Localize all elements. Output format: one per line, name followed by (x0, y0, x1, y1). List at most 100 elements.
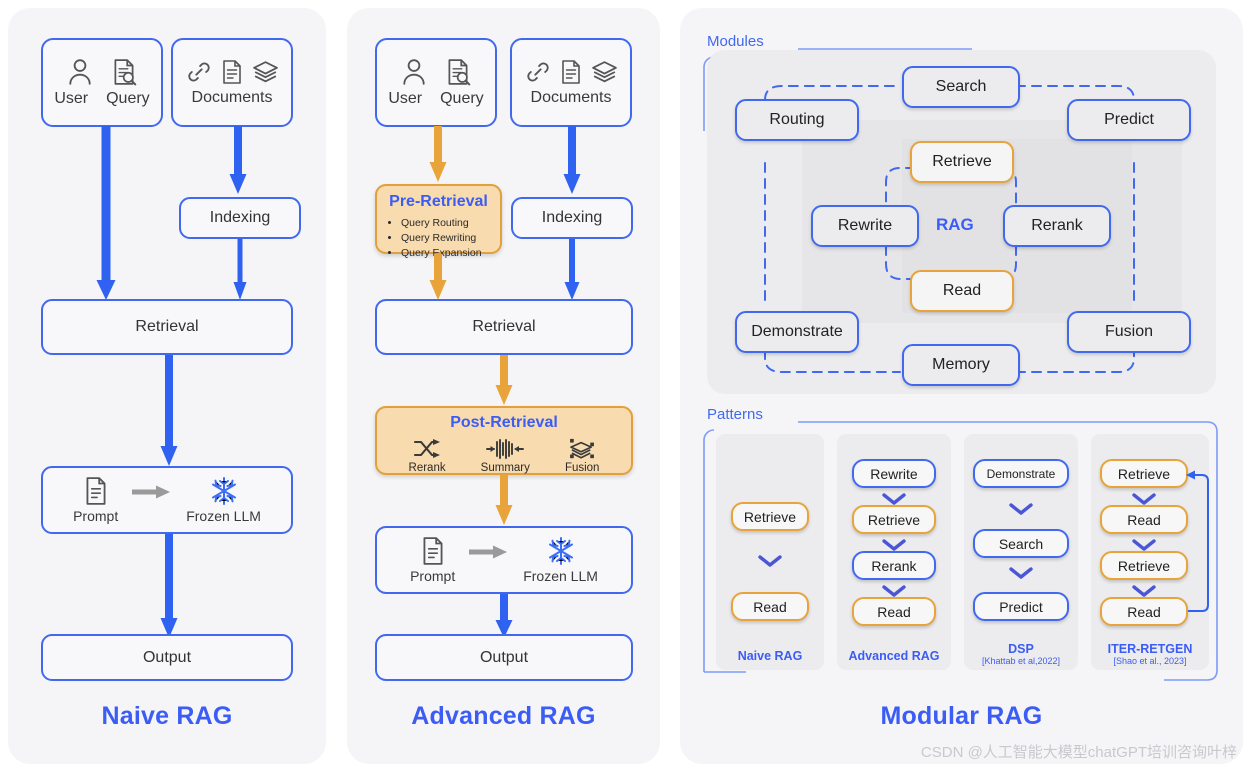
list-item: Query Rewriting (401, 231, 500, 246)
pattern-step-retrieve-1[interactable]: Retrieve (1100, 459, 1188, 488)
module-label: Search (935, 78, 987, 95)
module-retrieve[interactable]: Retrieve (910, 141, 1014, 183)
pattern-step-search[interactable]: Search (973, 529, 1069, 558)
pattern-step-label: Predict (999, 598, 1043, 615)
arrow-documents-to-indexing (229, 126, 247, 194)
arrow-indexing-to-retrieval (233, 239, 247, 300)
module-rerank[interactable]: Rerank (1003, 205, 1111, 247)
module-read[interactable]: Read (910, 270, 1014, 312)
frozen-llm-group: Frozen LLM (523, 536, 598, 584)
pattern-step-retrieve[interactable]: Retrieve (731, 502, 809, 531)
module-memory[interactable]: Memory (902, 344, 1020, 386)
adv-documents-icons (525, 59, 618, 85)
module-rewrite[interactable]: Rewrite (811, 205, 919, 247)
module-label: Memory (932, 356, 990, 373)
pattern-step-retrieve[interactable]: Retrieve (852, 505, 936, 534)
output-label: Output (142, 648, 192, 666)
adv-indexing-box: Indexing (511, 197, 633, 239)
document-icon (222, 59, 241, 84)
pattern-step-label: Read (1127, 511, 1161, 528)
pattern-step-rerank[interactable]: Rerank (852, 551, 936, 580)
frozen-llm-label: Frozen LLM (523, 568, 598, 584)
query-label: Query (106, 89, 150, 107)
post-retrieval-icons: Rerank Summary Fusion (377, 438, 631, 474)
rerank-label: Rerank (408, 462, 446, 474)
pattern-step-label: Retrieve (867, 511, 921, 528)
user-label: User (54, 89, 89, 107)
pattern-name-naive: Naive RAG (737, 649, 803, 663)
module-predict[interactable]: Predict (1067, 99, 1191, 141)
advanced-rag-panel: User Query Documents Pre-Retrieval • Que… (347, 8, 660, 764)
module-label: Retrieve (932, 153, 992, 170)
user-icon (403, 58, 425, 85)
fusion-label: Fusion (564, 462, 600, 474)
arrow-postretrieval-to-prompt (495, 475, 513, 525)
prompt-icon (86, 477, 106, 505)
pattern-step-demonstrate[interactable]: Demonstrate (973, 459, 1069, 488)
list-item: Query Routing (401, 216, 500, 231)
layers-icon (252, 60, 278, 82)
retrieval-label: Retrieval (135, 318, 199, 335)
arrow-preretrieval-to-retrieval (429, 254, 447, 300)
documents-label: Documents (191, 88, 273, 106)
summary-item: Summary (481, 438, 530, 474)
shuffle-icon (414, 439, 441, 458)
pattern-name-advanced: Advanced RAG (848, 649, 940, 663)
user-query-box: User Query (41, 38, 163, 127)
module-label: Demonstrate (751, 323, 843, 340)
modular-rag-panel: Modules Search Routing Predict Retrieve … (680, 8, 1243, 764)
rag-core-label: RAG (936, 215, 974, 234)
pattern-step-read[interactable]: Read (731, 592, 809, 621)
pattern-step-read[interactable]: Read (852, 597, 936, 626)
link-icon (526, 62, 549, 81)
documents-icons (186, 59, 279, 85)
post-retrieval-card: Post-Retrieval Rerank Summary Fusion (375, 406, 633, 475)
pattern-step-predict[interactable]: Predict (973, 592, 1069, 621)
adv-documents-box: Documents (510, 38, 632, 127)
pattern-step-retrieve-2[interactable]: Retrieve (1100, 551, 1188, 580)
module-label: Predict (1104, 111, 1154, 128)
query-icon (448, 58, 471, 85)
pattern-column-naive (716, 434, 824, 670)
pattern-step-label: Retrieve (743, 508, 797, 525)
prompt-frozen-llm-box: Prompt Frozen LLM (41, 466, 293, 534)
pattern-citation-iterretgen: [Shao et al., 2023] (1113, 656, 1187, 666)
arrow-retrieval-to-postretrieval (495, 355, 513, 405)
fusion-icon (570, 438, 595, 459)
iterretgen-feedback-arrow (1186, 470, 1209, 612)
output-box: Output (41, 634, 293, 681)
module-routing[interactable]: Routing (735, 99, 859, 141)
adv-user-query-icons (401, 58, 471, 86)
module-fusion[interactable]: Fusion (1067, 311, 1191, 353)
chevron-down-icon (1009, 567, 1033, 579)
pattern-step-read-2[interactable]: Read (1100, 597, 1188, 626)
summary-label: Summary (480, 462, 530, 474)
list-item: Query Expansion (401, 246, 500, 261)
naive-rag-title: Naive RAG (101, 702, 233, 730)
prompt-group: Prompt (73, 476, 118, 524)
module-demonstrate[interactable]: Demonstrate (735, 311, 859, 353)
pattern-step-read-1[interactable]: Read (1100, 505, 1188, 534)
user-icon (69, 58, 91, 85)
watermark: CSDN @人工智能大模型chatGPT培训咨询叶梓 (920, 744, 1237, 761)
pattern-step-label: Rewrite (870, 465, 918, 482)
adv-user-query-box: User Query (375, 38, 497, 127)
pattern-step-label: Read (753, 598, 787, 615)
module-label: Fusion (1104, 323, 1154, 340)
adv-retrieval-box: Retrieval (375, 299, 633, 355)
pattern-step-rewrite[interactable]: Rewrite (852, 459, 936, 488)
prompt-label: Prompt (410, 568, 456, 584)
snowflake-icon (548, 537, 573, 565)
query-label: Query (440, 89, 484, 107)
pattern-step-label: Search (998, 535, 1044, 552)
module-search[interactable]: Search (902, 66, 1020, 108)
module-label: Read (942, 282, 982, 299)
arrow-right-icon (469, 545, 508, 559)
documents-label: Documents (530, 88, 612, 106)
chevron-down-icon (882, 539, 906, 551)
documents-box: Documents (171, 38, 293, 127)
user-label: User (388, 89, 423, 107)
adv-prompt-frozen-llm-box: Prompt Frozen LLM (375, 526, 633, 594)
indexing-label: Indexing (209, 209, 271, 226)
pattern-name-iterretgen: ITER-RETGEN (1107, 642, 1193, 656)
